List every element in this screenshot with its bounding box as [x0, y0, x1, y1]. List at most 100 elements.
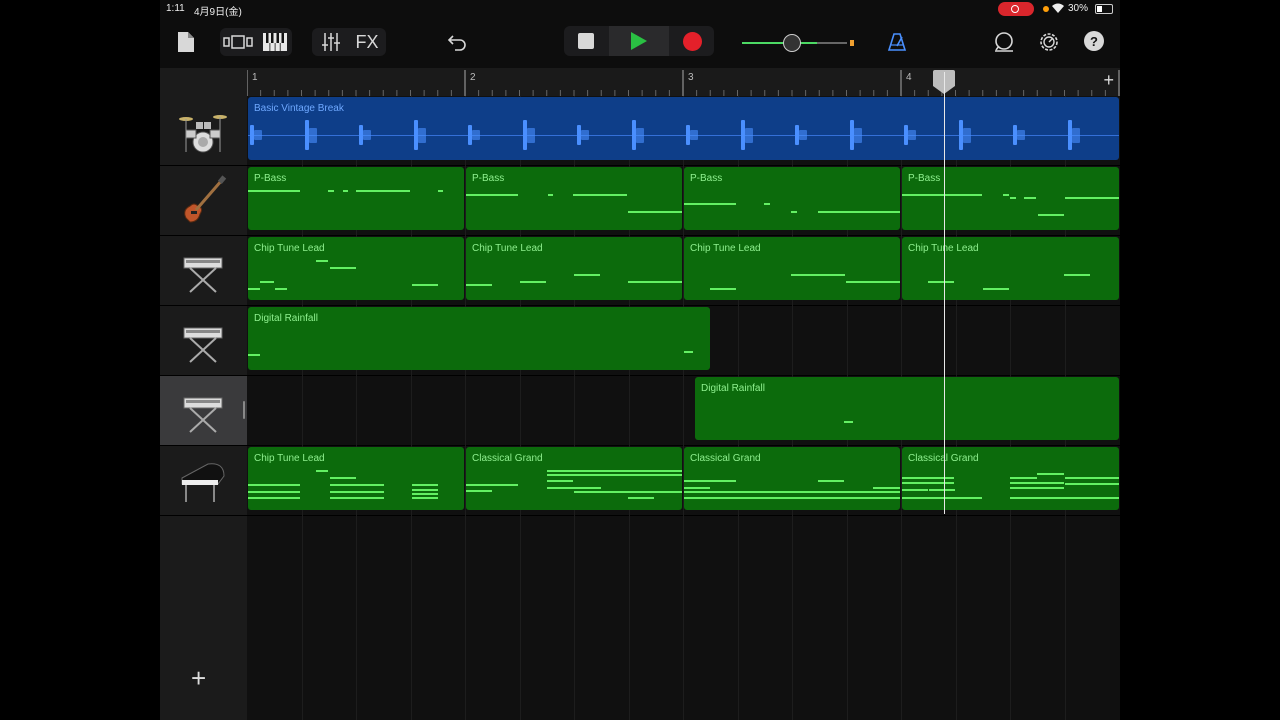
note [628, 281, 682, 283]
note [764, 203, 770, 205]
note [330, 491, 384, 493]
note [275, 288, 287, 290]
note [547, 487, 601, 489]
midi-region[interactable]: Digital Rainfall [248, 307, 710, 370]
note [316, 260, 328, 262]
battery-percent: 30% [1068, 3, 1089, 14]
toolbar: FX ? [160, 18, 1120, 68]
undo-button[interactable] [444, 30, 470, 54]
track-header-piano[interactable] [160, 446, 247, 516]
master-volume-slider[interactable] [742, 34, 862, 52]
midi-region[interactable]: Chip Tune Lead [248, 237, 464, 300]
note [547, 480, 573, 482]
level-meter [850, 40, 854, 46]
midi-region[interactable]: P-Bass [684, 167, 900, 230]
bar-number: 3 [688, 72, 694, 83]
my-songs-button[interactable] [175, 28, 197, 56]
bar-number: 1 [252, 72, 258, 83]
midi-region[interactable]: Classical Grand [466, 447, 682, 510]
waveform-tail [744, 127, 753, 143]
note [684, 203, 736, 205]
waveform-transient [1067, 120, 1072, 150]
waveform-tail [1017, 130, 1025, 140]
midi-region[interactable]: Chip Tune Lead [248, 447, 464, 510]
midi-region[interactable]: Chip Tune Lead [684, 237, 900, 300]
midi-region[interactable]: P-Bass [902, 167, 1119, 230]
midi-region[interactable]: P-Bass [248, 167, 464, 230]
keyboard-icon [263, 33, 287, 51]
record-button[interactable] [676, 26, 708, 56]
note [248, 497, 300, 499]
note [929, 489, 955, 491]
region-label: P-Bass [690, 173, 723, 184]
note [412, 484, 438, 486]
waveform-transient [304, 120, 309, 150]
loop-browser-button[interactable] [991, 30, 1017, 54]
note [1038, 214, 1064, 216]
region-label: Basic Vintage Break [254, 103, 344, 114]
resize-handle[interactable] [243, 401, 245, 419]
tracks-view-button[interactable] [222, 30, 254, 54]
note [1010, 197, 1016, 199]
midi-region[interactable]: Classical Grand [902, 447, 1119, 510]
add-track-button[interactable]: + [191, 665, 206, 691]
region-label: Chip Tune Lead [690, 243, 761, 254]
synth-keyboard-icon [183, 257, 223, 293]
midi-region[interactable]: Classical Grand [684, 447, 900, 510]
note [573, 194, 627, 196]
waveform-transient [958, 120, 963, 150]
screen-recording-icon [998, 2, 1034, 16]
region-label: P-Bass [908, 173, 941, 184]
note [1003, 194, 1009, 196]
region-label: Digital Rainfall [701, 383, 765, 394]
track-header-drums[interactable] [160, 96, 247, 166]
waveform-tail [526, 127, 535, 143]
note [412, 493, 438, 495]
play-button[interactable] [619, 26, 659, 56]
note [902, 477, 954, 479]
fx-button[interactable]: FX [350, 30, 384, 54]
midi-region[interactable]: Digital Rainfall [695, 377, 1119, 440]
note [574, 274, 600, 276]
playhead [944, 72, 945, 514]
track-controls-button[interactable] [316, 30, 346, 54]
volume-knob[interactable] [783, 34, 801, 52]
note [330, 484, 384, 486]
note [983, 288, 1009, 290]
note [846, 281, 900, 283]
add-section-button[interactable]: + [1103, 70, 1114, 91]
waveform-tail [1071, 127, 1080, 143]
track-header-digital-rainfall-2[interactable] [160, 376, 247, 446]
note [466, 284, 492, 286]
track-header-bass[interactable] [160, 166, 247, 236]
note [547, 470, 682, 472]
midi-region[interactable]: Chip Tune Lead [466, 237, 682, 300]
settings-button[interactable] [1036, 30, 1062, 54]
tracks-area[interactable]: Basic Vintage Break P-Bass P-Bass P-Bass [247, 96, 1120, 720]
timeline-ruler[interactable]: 1 2 3 4 + [247, 68, 1120, 97]
help-button[interactable]: ? [1084, 31, 1104, 51]
transport-controls [564, 26, 714, 56]
midi-region[interactable]: Chip Tune Lead [902, 237, 1119, 300]
note [710, 288, 736, 290]
midi-region[interactable]: P-Bass [466, 167, 682, 230]
ruler-ticks [247, 70, 1120, 96]
note [1065, 197, 1119, 199]
note [902, 497, 982, 499]
audio-region[interactable]: Basic Vintage Break [248, 97, 1119, 160]
stop-button[interactable] [572, 26, 600, 56]
instrument-view-button[interactable] [260, 30, 290, 54]
waveform-transient [522, 120, 527, 150]
waveform-tail [472, 130, 480, 140]
track-header-digital-rainfall-1[interactable] [160, 306, 247, 376]
waveform-tail [635, 127, 644, 143]
metronome-button[interactable] [884, 30, 910, 54]
track-header-chip-tune[interactable] [160, 236, 247, 306]
waveform-tail [363, 130, 371, 140]
note [791, 274, 845, 276]
bass-guitar-icon [184, 175, 227, 223]
note [791, 211, 797, 213]
waveform-tail [308, 127, 317, 143]
waveform-tail [799, 130, 807, 140]
note [844, 421, 853, 423]
